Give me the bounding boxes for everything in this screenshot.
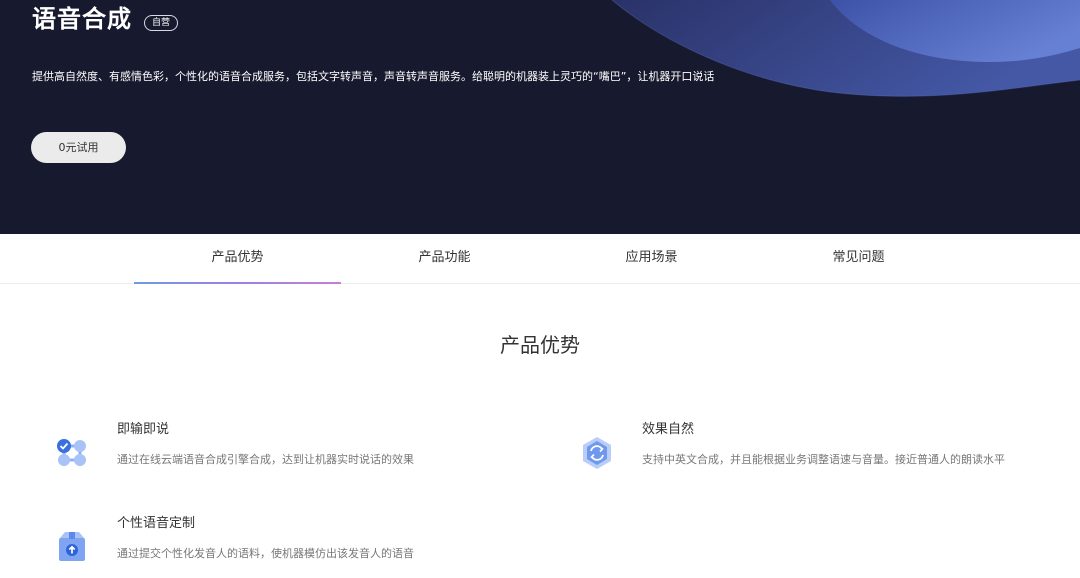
hero-description: 提供高自然度、有感情色彩，个性化的语音合成服务，包括文字转声音，声音转声音服务。… [32,70,715,83]
section-title: 产品优势 [500,333,580,357]
self-operated-badge: 自营 [144,15,179,31]
feature-title: 效果自然 [642,422,695,437]
nodes-check-icon [57,439,86,466]
feature-description: 通过提交个性化发音人的语料，使机器模仿出该发音人的语音 [117,547,414,560]
tab-faq[interactable]: 常见问题 [755,234,962,284]
feature-description: 通过在线云端语音合成引擎合成，达到让机器实时说话的效果 [117,453,414,466]
package-upload-icon [59,532,85,561]
feature-title: 即输即说 [117,422,170,437]
hero-banner: 语音合成 自营 提供高自然度、有感情色彩，个性化的语音合成服务，包括文字转声音，… [0,0,1080,234]
product-tabs: 产品优势 产品功能 应用场景 常见问题 [0,234,1080,284]
tab-advantages[interactable]: 产品优势 [134,234,341,284]
feature-title: 个性语音定制 [117,516,196,531]
page-title: 语音合成 [32,5,132,33]
refresh-hexagon-icon [583,437,611,469]
feature-description: 支持中英文合成，并且能根据业务调整语速与音量。接近普通人的朗读水平 [642,453,1005,466]
tab-features[interactable]: 产品功能 [341,234,548,284]
free-trial-button[interactable]: 0元试用 [31,132,126,163]
hero-wave-background [611,0,1080,97]
tab-scenarios[interactable]: 应用场景 [548,234,755,284]
